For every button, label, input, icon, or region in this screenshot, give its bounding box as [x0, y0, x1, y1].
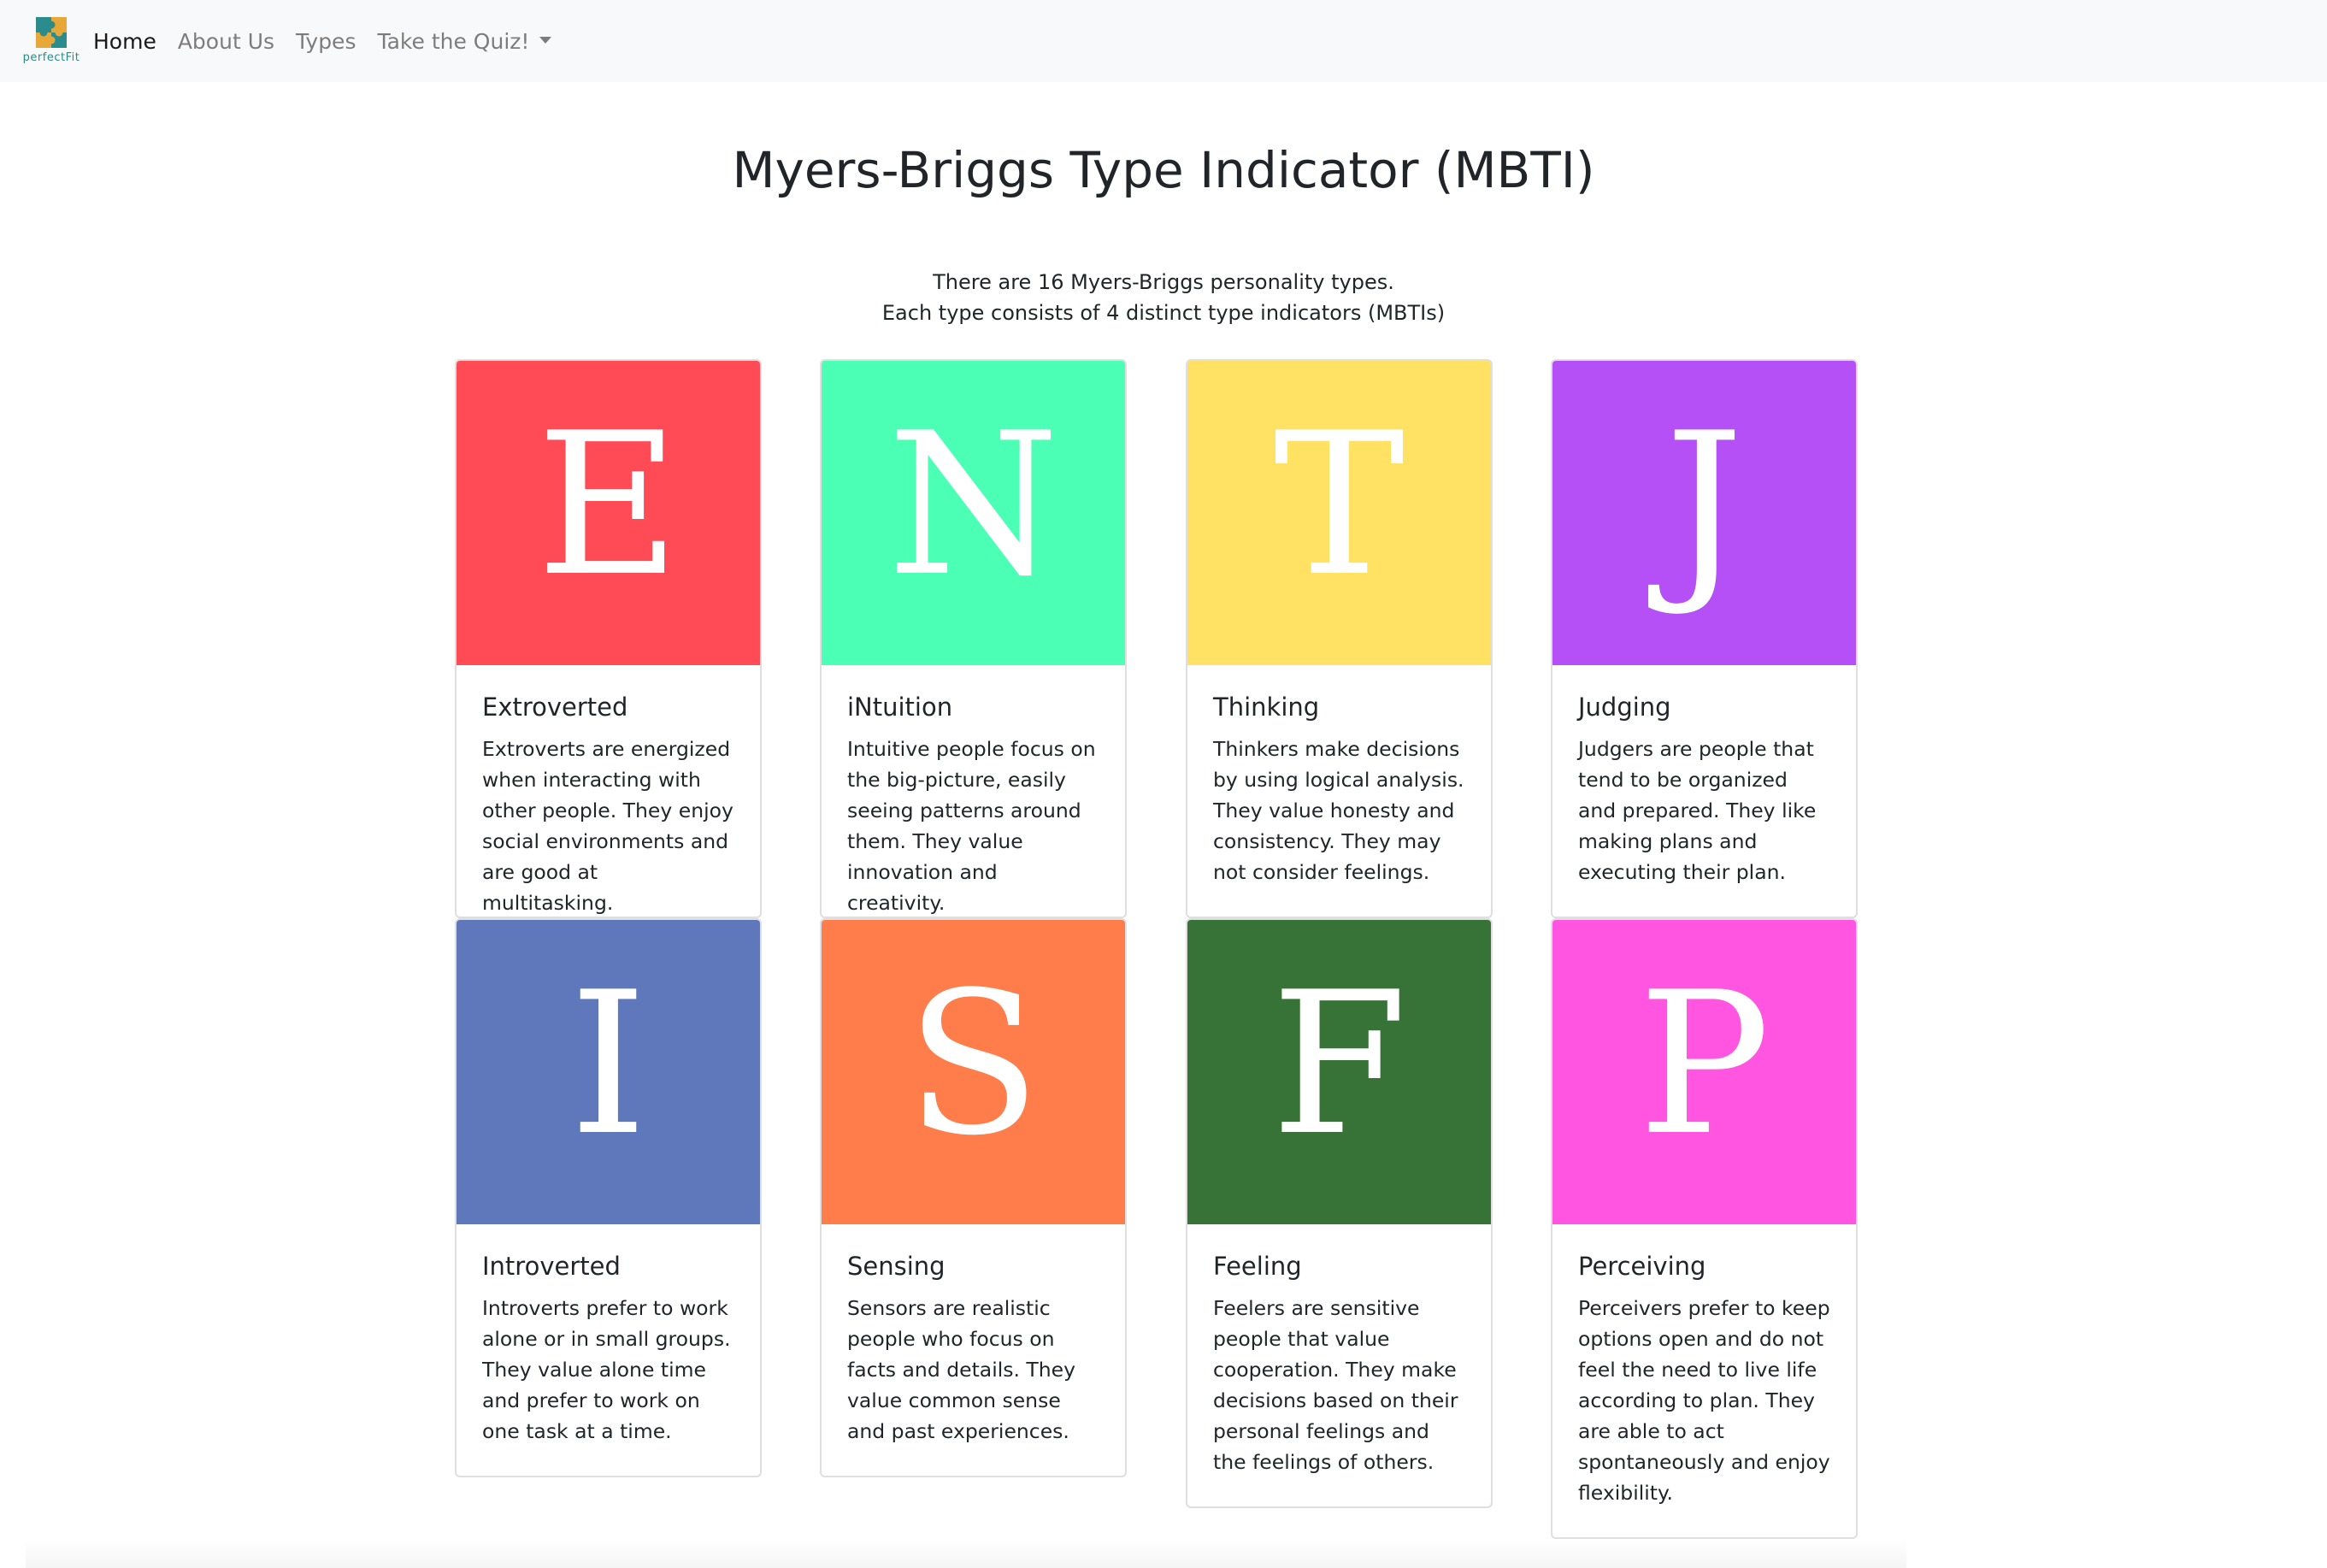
card-text: Feelers are sensitive people that value … — [1213, 1296, 1458, 1474]
card-text: Sensors are realistic people who focus o… — [847, 1296, 1076, 1443]
card-body: Introverted Introverts prefer to work al… — [457, 1224, 760, 1472]
card-text: Judgers are people that tend to be organ… — [1578, 737, 1817, 884]
card-body: Extroverted Extroverts are energized whe… — [457, 665, 760, 917]
card-judging: J Judging Judgers are people that tend t… — [1551, 359, 1858, 918]
card-extroverted: E Extroverted Extroverts are energized w… — [455, 359, 762, 918]
card-feeling: F Feeling Feelers are sensitive people t… — [1186, 918, 1493, 1508]
card-image-f: F — [1187, 920, 1491, 1224]
card-title: Thinking — [1213, 693, 1320, 722]
card-title: Sensing — [847, 1252, 946, 1281]
footer-shadow — [26, 1539, 1906, 1568]
card-letter: F — [1270, 951, 1408, 1179]
navbar: perfectFit Home About Us Types Take the … — [0, 0, 2327, 82]
card-image-s: S — [822, 920, 1125, 1224]
caret-down-icon — [539, 36, 552, 44]
card-image-j: J — [1552, 361, 1856, 665]
card-body: iNtuition Intuitive people focus on the … — [822, 665, 1125, 917]
card-sensing: S Sensing Sensors are realistic people w… — [820, 918, 1127, 1477]
puzzle-logo-icon — [36, 17, 67, 48]
card-letter: I — [569, 951, 647, 1179]
nav-link-home[interactable]: Home — [93, 29, 156, 54]
nav-dropdown-label: Take the Quiz! — [377, 28, 530, 54]
card-text: Intuitive people focus on the big-pictur… — [847, 737, 1096, 915]
nav-link-about-us[interactable]: About Us — [178, 29, 274, 54]
card-text: Introverts prefer to work alone or in sm… — [482, 1296, 731, 1443]
card-intuition: N iNtuition Intuitive people focus on th… — [820, 359, 1127, 918]
intro-line-1: There are 16 Myers-Briggs personality ty… — [933, 270, 1394, 294]
nav-link-types[interactable]: Types — [296, 29, 356, 54]
card-image-i: I — [457, 920, 760, 1224]
card-image-t: T — [1187, 361, 1491, 665]
card-body: Feeling Feelers are sensitive people tha… — [1187, 1224, 1491, 1503]
brand-text: perfectFit — [22, 51, 80, 64]
card-title: Introverted — [482, 1252, 621, 1281]
card-image-e: E — [457, 361, 760, 665]
nav-links: Home About Us Types Take the Quiz! — [93, 0, 573, 82]
card-introverted: I Introverted Introverts prefer to work … — [455, 918, 762, 1477]
card-title: Feeling — [1213, 1252, 1302, 1281]
card-letter: E — [536, 392, 680, 620]
card-text: Extroverts are energized when interactin… — [482, 737, 733, 915]
nav-dropdown-take-quiz[interactable]: Take the Quiz! — [377, 28, 552, 54]
card-title: Extroverted — [482, 693, 628, 722]
card-body: Thinking Thinkers make decisions by usin… — [1187, 665, 1491, 913]
card-body: Sensing Sensors are realistic people who… — [822, 1224, 1125, 1472]
card-text: Thinkers make decisions by using logical… — [1213, 737, 1464, 884]
card-letter: N — [887, 392, 1060, 620]
card-letter: P — [1638, 951, 1770, 1179]
card-title: Judging — [1578, 693, 1671, 722]
card-title: Perceiving — [1578, 1252, 1706, 1281]
intro-line-2: Each type consists of 4 distinct type in… — [881, 301, 1446, 325]
card-text: Perceivers prefer to keep options open a… — [1578, 1296, 1830, 1505]
card-letter: J — [1664, 392, 1744, 620]
card-title: iNtuition — [847, 693, 953, 722]
card-letter: T — [1273, 392, 1405, 620]
brand-logo[interactable]: perfectFit — [21, 15, 82, 67]
page-title: Myers-Briggs Type Indicator (MBTI) — [732, 141, 1595, 199]
card-image-n: N — [822, 361, 1125, 665]
card-image-p: P — [1552, 920, 1856, 1224]
card-letter: S — [905, 951, 1041, 1179]
card-body: Judging Judgers are people that tend to … — [1552, 665, 1856, 913]
intro-text: There are 16 Myers-Briggs personality ty… — [0, 267, 2327, 328]
card-perceiving: P Perceiving Perceivers prefer to keep o… — [1551, 918, 1858, 1539]
card-body: Perceiving Perceivers prefer to keep opt… — [1552, 1224, 1856, 1534]
card-thinking: T Thinking Thinkers make decisions by us… — [1186, 359, 1493, 918]
